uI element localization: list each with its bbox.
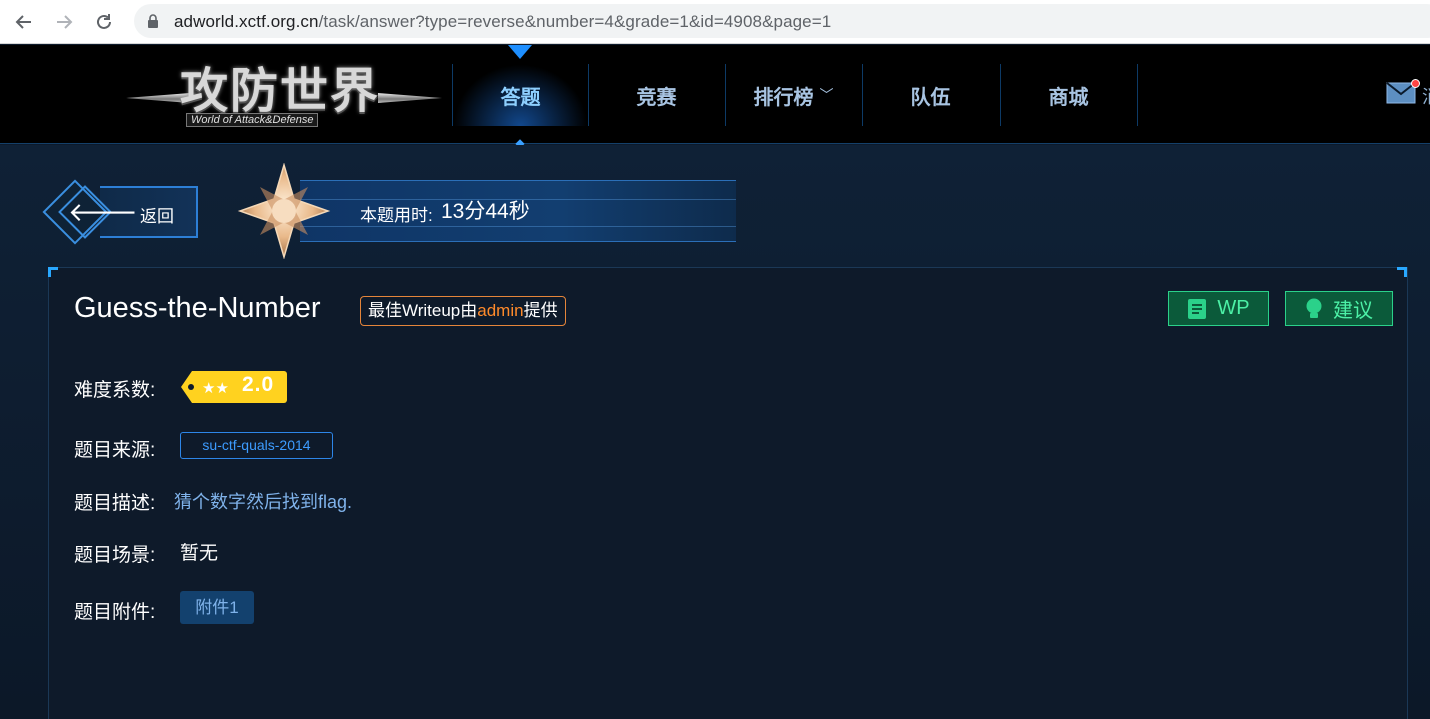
nav-contest[interactable]: 竞赛 xyxy=(588,64,724,126)
advice-button[interactable]: 建议 xyxy=(1285,291,1393,326)
panel-corner xyxy=(48,267,58,277)
source-label: 题目来源: xyxy=(74,440,156,461)
site-header: 攻防世界 World of Attack&Defense 答题 竞赛 排行榜 ﹀ … xyxy=(0,45,1430,149)
nav-divider xyxy=(1137,64,1138,126)
writeup-prefix: 最佳Writeup由 xyxy=(368,301,478,320)
difficulty-value: 2.0 xyxy=(242,373,275,396)
mail-label[interactable]: 消 xyxy=(1422,83,1430,109)
url-text: adworld.xctf.org.cn/task/answer?type=rev… xyxy=(174,12,832,31)
nav-contest-label: 竞赛 xyxy=(636,86,677,109)
logo-wing-right xyxy=(378,93,442,103)
timer-label: 本题用时: xyxy=(360,206,433,225)
lightbulb-icon xyxy=(1306,298,1322,318)
nav-shop[interactable]: 商城 xyxy=(1000,64,1136,126)
document-icon xyxy=(1188,298,1207,319)
nav-leaderboard-label: 排行榜 xyxy=(753,86,814,109)
wp-button-label: WP xyxy=(1217,297,1250,319)
nav-leaderboard[interactable]: 排行榜 ﹀ xyxy=(725,64,861,126)
writeup-author[interactable]: admin xyxy=(477,301,523,320)
browser-toolbar: adworld.xctf.org.cn/task/answer?type=rev… xyxy=(0,0,1430,44)
writeup-suffix: 提供 xyxy=(523,301,558,320)
star-badge-icon xyxy=(237,163,331,259)
forward-arrow-icon[interactable] xyxy=(50,8,78,36)
left-arrow-icon: 🡐 xyxy=(68,197,138,227)
active-indicator-triangle xyxy=(508,45,532,59)
back-button-label: 返回 xyxy=(140,207,174,226)
nav-team-label: 队伍 xyxy=(910,86,951,109)
star-icon: ★★ xyxy=(202,379,229,397)
site-logo[interactable]: 攻防世界 World of Attack&Defense xyxy=(126,63,442,129)
notification-dot xyxy=(1411,79,1420,88)
lock-icon xyxy=(148,14,158,28)
difficulty-label: 难度系数: xyxy=(74,380,156,401)
writeup-badge[interactable]: 最佳Writeup由admin提供 xyxy=(360,296,566,326)
scene-value: 暂无 xyxy=(180,543,219,564)
attachment-button[interactable]: 附件1 xyxy=(180,591,254,624)
wp-button[interactable]: WP xyxy=(1168,291,1269,326)
nav-answer[interactable]: 答题 xyxy=(452,64,588,126)
back-arrow-icon[interactable] xyxy=(10,8,38,36)
reload-icon[interactable] xyxy=(90,8,118,36)
attachment-label: 题目附件: xyxy=(74,602,156,623)
source-tag[interactable]: su-ctf-quals-2014 xyxy=(180,432,333,459)
logo-text: 攻防世界 xyxy=(180,63,381,119)
scene-label: 题目场景: xyxy=(74,545,156,566)
logo-subtitle: World of Attack&Defense xyxy=(186,113,319,127)
nav-answer-label: 答题 xyxy=(500,86,541,109)
address-bar[interactable]: adworld.xctf.org.cn/task/answer?type=rev… xyxy=(134,4,1430,38)
timer-value: 13分44秒 xyxy=(441,200,530,223)
description-label: 题目描述: xyxy=(74,493,156,514)
back-button[interactable]: 🡐 返回 xyxy=(42,179,200,245)
chevron-down-icon: ﹀ xyxy=(819,87,834,103)
advice-button-label: 建议 xyxy=(1333,300,1373,322)
nav-team[interactable]: 队伍 xyxy=(862,64,998,126)
difficulty-tag: ★★ 2.0 xyxy=(180,370,288,404)
description-value: 猜个数字然后找到flag. xyxy=(174,492,353,512)
task-title: Guess-the-Number xyxy=(74,292,321,324)
panel-corner xyxy=(1397,267,1407,277)
nav-shop-label: 商城 xyxy=(1048,86,1089,109)
